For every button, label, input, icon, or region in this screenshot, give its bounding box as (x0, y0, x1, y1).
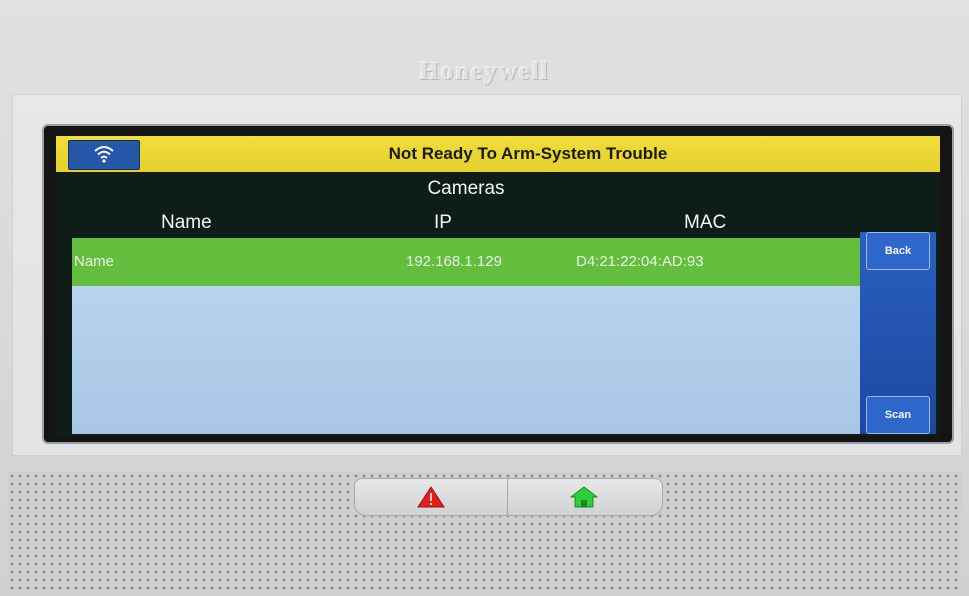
camera-name-cell: Name (74, 253, 115, 270)
status-bar: Not Ready To Arm-System Trouble (56, 136, 940, 172)
side-panel: Back Scan (860, 232, 936, 434)
device-housing: Honeywell Not Ready To Arm-System Troubl… (0, 0, 969, 596)
camera-list: Name 192.168.1.129 D4:21:22:04:AD:93 (72, 238, 860, 434)
camera-ip-cell: 192.168.1.129 (406, 253, 502, 270)
camera-mac-cell: D4:21:22:04:AD:93 (576, 253, 704, 270)
home-icon (570, 486, 598, 508)
back-button[interactable]: Back (866, 232, 930, 270)
touch-screen: Not Ready To Arm-System Trouble Cameras … (56, 136, 940, 436)
status-message: Not Ready To Arm-System Trouble (388, 144, 668, 163)
home-button[interactable] (507, 478, 663, 516)
camera-row[interactable]: Name 192.168.1.129 D4:21:22:04:AD:93 (72, 238, 860, 286)
panic-button[interactable] (354, 478, 510, 516)
column-header-ip: IP (434, 212, 452, 233)
column-header-name: Name (161, 212, 212, 233)
scan-button[interactable]: Scan (866, 396, 930, 434)
brand-logo: Honeywell (419, 58, 550, 85)
column-header-mac: MAC (684, 212, 727, 233)
page-title: Cameras (427, 178, 505, 199)
alert-triangle-icon (417, 486, 445, 508)
